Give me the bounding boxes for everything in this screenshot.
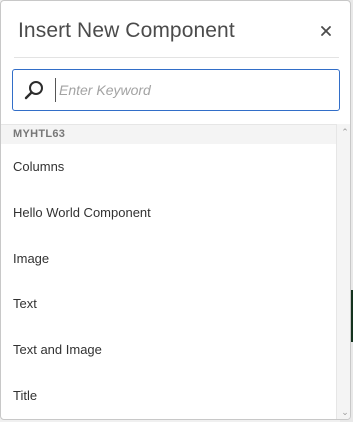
list-scrollbar[interactable]: ⌃ ⌄: [336, 124, 350, 419]
dialog-title: Insert New Component: [18, 19, 235, 42]
close-button[interactable]: [316, 21, 336, 41]
search-icon: [24, 81, 43, 100]
list-item-columns[interactable]: Columns: [1, 144, 336, 190]
insert-component-dialog: Insert New Component MYHTL63 Columns Hel…: [0, 0, 351, 420]
list-item-hello-world-component[interactable]: Hello World Component: [1, 190, 336, 236]
dialog-header: Insert New Component: [1, 1, 350, 61]
component-list: MYHTL63 Columns Hello World Component Im…: [1, 124, 336, 419]
search-input[interactable]: [55, 78, 329, 102]
list-item-text-and-image[interactable]: Text and Image: [1, 327, 336, 373]
search-field[interactable]: [12, 69, 340, 111]
list-item-text[interactable]: Text: [1, 281, 336, 327]
chevron-down-icon[interactable]: ⌄: [340, 407, 350, 417]
header-divider: [14, 57, 339, 58]
group-header: MYHTL63: [1, 125, 336, 144]
list-item-image[interactable]: Image: [1, 236, 336, 282]
list-item-title[interactable]: Title: [1, 373, 336, 419]
close-icon: [321, 26, 331, 36]
chevron-up-icon[interactable]: ⌃: [340, 127, 350, 137]
